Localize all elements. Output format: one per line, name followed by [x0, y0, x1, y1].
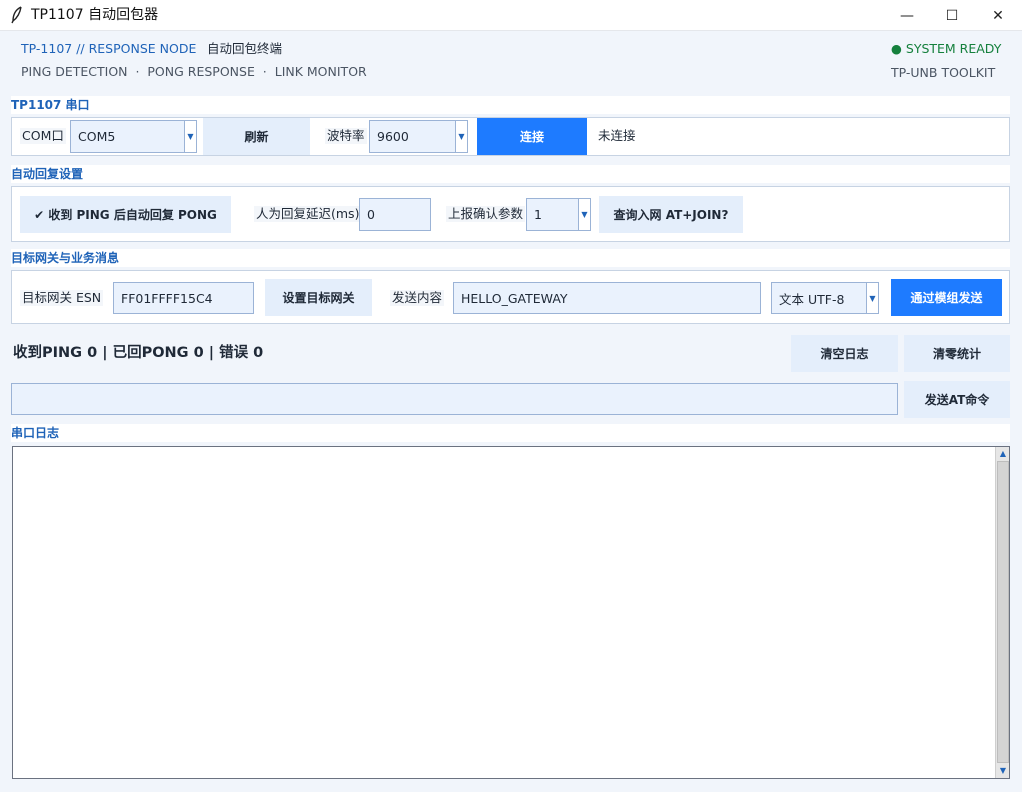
- esn-value: FF01FFFF15C4: [121, 290, 213, 306]
- maximize-icon: ☐: [945, 7, 959, 24]
- com-select[interactable]: COM5 ▼: [70, 120, 197, 153]
- baud-select[interactable]: 9600 ▼: [369, 120, 468, 153]
- log-section-title: 串口日志: [11, 426, 60, 440]
- baud-value: 9600: [377, 129, 409, 144]
- auto-reply-section-strip: [11, 165, 1010, 183]
- ack-value: 1: [534, 207, 542, 222]
- minimize-icon: —: [900, 7, 914, 24]
- connection-status: 未连接: [598, 128, 636, 143]
- title-bar: TP1107 自动回包器 — ☐ ✕: [0, 0, 1022, 31]
- ack-select[interactable]: 1 ▼: [526, 198, 591, 231]
- encoding-value: 文本 UTF-8: [779, 291, 845, 307]
- at-command-input[interactable]: [11, 383, 898, 415]
- chevron-down-icon[interactable]: ▼: [184, 121, 196, 152]
- system-status: ● SYSTEM READY: [891, 41, 1002, 56]
- send-via-module-button[interactable]: 通过模组发送: [891, 279, 1002, 316]
- serial-log-area[interactable]: [12, 446, 1010, 779]
- ack-label: 上报确认参数: [446, 206, 526, 222]
- connect-button[interactable]: 连接: [477, 118, 587, 155]
- gateway-section-strip: [11, 249, 1010, 267]
- delay-input[interactable]: 0: [359, 198, 431, 231]
- toolkit-label: TP-UNB TOOLKIT: [891, 65, 996, 80]
- refresh-button[interactable]: 刷新: [203, 118, 310, 155]
- auto-reply-section-title: 自动回复设置: [11, 167, 84, 181]
- reset-stats-button[interactable]: 清零统计: [904, 335, 1010, 372]
- close-icon: ✕: [992, 7, 1004, 24]
- content-input[interactable]: HELLO_GATEWAY: [453, 282, 761, 314]
- log-scrollbar[interactable]: ▲ ▼: [995, 447, 1009, 778]
- baud-label: 波特率: [325, 128, 367, 144]
- serial-section-title: TP1107 串口: [11, 98, 90, 112]
- com-label: COM口: [20, 128, 66, 144]
- com-value: COM5: [78, 129, 116, 144]
- query-join-button[interactable]: 查询入网 AT+JOIN?: [599, 196, 743, 233]
- feather-icon: [10, 6, 24, 24]
- scroll-thumb[interactable]: [997, 461, 1009, 763]
- scroll-down-icon[interactable]: ▼: [997, 765, 1009, 777]
- chevron-down-icon[interactable]: ▼: [866, 283, 878, 313]
- close-button[interactable]: ✕: [975, 0, 1021, 31]
- gateway-section-title: 目标网关与业务消息: [11, 251, 120, 265]
- chevron-down-icon[interactable]: ▼: [455, 121, 467, 152]
- content-label: 发送内容: [390, 290, 445, 306]
- content-value: HELLO_GATEWAY: [461, 290, 568, 306]
- esn-input[interactable]: FF01FFFF15C4: [113, 282, 254, 314]
- node-description: 自动回包终端: [207, 41, 283, 56]
- esn-label: 目标网关 ESN: [20, 290, 104, 306]
- encoding-select[interactable]: 文本 UTF-8 ▼: [771, 282, 879, 314]
- send-at-button[interactable]: 发送AT命令: [904, 381, 1010, 418]
- window-title: TP1107 自动回包器: [31, 7, 159, 23]
- serial-section-strip: [11, 96, 1010, 114]
- auto-pong-toggle[interactable]: ✔ 收到 PING 后自动回复 PONG: [20, 196, 231, 233]
- stats-summary: 收到PING 0 | 已回PONG 0 | 错误 0: [13, 345, 264, 361]
- node-label: TP-1107 // RESPONSE NODE: [21, 41, 197, 56]
- header-subtitle: PING DETECTION · PONG RESPONSE · LINK MO…: [21, 64, 367, 79]
- delay-label: 人为回复延迟(ms): [254, 206, 362, 222]
- set-gateway-button[interactable]: 设置目标网关: [265, 279, 372, 316]
- chevron-down-icon[interactable]: ▼: [578, 199, 590, 230]
- scroll-up-icon[interactable]: ▲: [997, 448, 1009, 460]
- delay-value: 0: [367, 207, 375, 222]
- minimize-button[interactable]: —: [884, 0, 930, 31]
- maximize-button[interactable]: ☐: [929, 0, 975, 31]
- log-section-strip: [11, 424, 1010, 442]
- clear-log-button[interactable]: 清空日志: [791, 335, 898, 372]
